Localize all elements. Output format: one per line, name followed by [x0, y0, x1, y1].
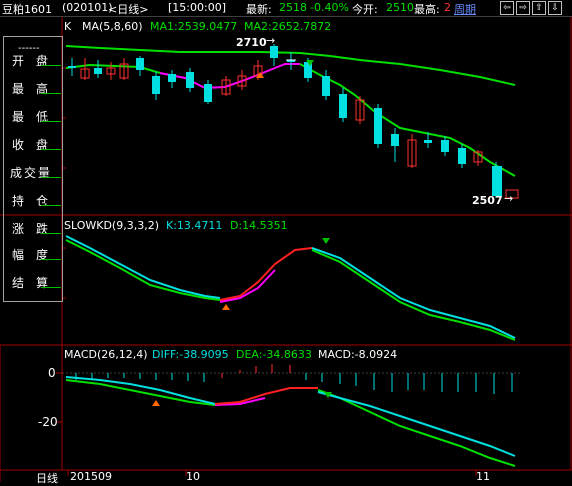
- quote-data-panel: ------ 开盘 最高 最低 收盘 成交量 持仓 涨跌 幅度 结算: [3, 36, 63, 302]
- macd-diff: DIFF:-38.9095: [152, 348, 229, 361]
- row-range-label: 幅度: [12, 248, 61, 262]
- date-201509: 201509: [70, 470, 112, 483]
- kd-k-value: K:13.4711: [166, 219, 223, 232]
- macd-axis-zero: 0: [48, 366, 56, 380]
- row-low: 最低: [4, 105, 62, 129]
- footer-period-label: 日线: [36, 472, 58, 485]
- kd-d-value: D:14.5351: [230, 219, 288, 232]
- row-range: 幅度: [4, 243, 62, 267]
- row-open-label: 开盘: [12, 54, 61, 68]
- legend-ma: MA(5,8,60): [82, 20, 143, 33]
- row-volume: 成交量: [4, 161, 62, 185]
- legend-ma1: MA1:2539.0477: [150, 20, 238, 33]
- row-open: 开盘: [4, 49, 62, 73]
- macd-axis-neg20: -20: [38, 415, 58, 429]
- row-openinterest: 持仓: [4, 189, 62, 213]
- date-10: 10: [186, 470, 200, 483]
- date-11: 11: [476, 470, 490, 483]
- row-settle: 结算: [4, 271, 62, 295]
- row-openinterest-label: 持仓: [12, 194, 61, 208]
- macd-dea: DEA:-34.8633: [236, 348, 312, 361]
- macd-title: MACD(26,12,4): [64, 348, 148, 361]
- row-change-label: 涨跌: [12, 222, 61, 236]
- row-settle-label: 结算: [12, 276, 61, 290]
- high-price-marker: 2710: [236, 36, 267, 49]
- macd-histogram: [75, 364, 513, 394]
- kd-buy-arrow-icon: [222, 304, 230, 310]
- row-change: 涨跌: [4, 217, 62, 241]
- row-close-label: 收盘: [12, 138, 61, 152]
- high-marker-arrow-icon: →: [266, 34, 276, 47]
- row-high-label: 最高: [12, 82, 61, 96]
- row-volume-label: 成交量: [10, 166, 53, 180]
- kd-sell-arrow-icon: [322, 238, 330, 244]
- row-high: 最高: [4, 77, 62, 101]
- legend-k: K: [64, 20, 72, 33]
- row-low-label: 最低: [12, 110, 61, 124]
- chart-canvas: [0, 17, 572, 482]
- low-marker-arrow-icon: →: [504, 192, 514, 205]
- macd-buy-arrow-icon: [152, 400, 160, 406]
- legend-ma2: MA2:2652.7872: [244, 20, 332, 33]
- low-price-marker: 2507: [472, 194, 503, 207]
- row-close: 收盘: [4, 133, 62, 157]
- kd-title: SLOWKD(9,3,3,2): [64, 219, 160, 232]
- macd-value: MACD:-8.0924: [318, 348, 398, 361]
